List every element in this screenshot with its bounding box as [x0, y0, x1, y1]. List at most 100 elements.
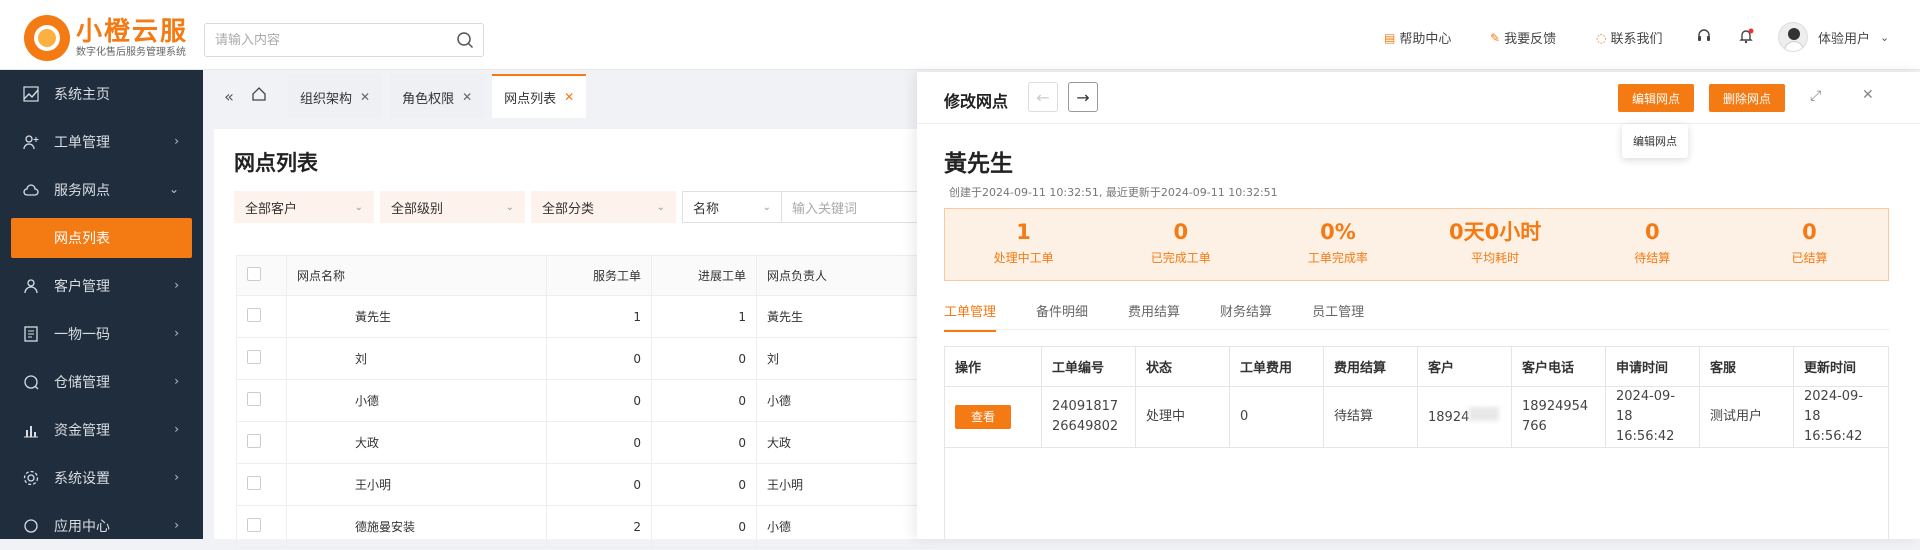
chevron-right-icon: ›	[174, 518, 179, 532]
column-header: 状态	[1135, 346, 1230, 387]
chevron-down-icon: ⌄	[762, 201, 771, 213]
contact-link[interactable]: ◌ 联系我们	[1596, 28, 1663, 48]
progress-count: 0	[651, 421, 757, 464]
redacted-blur	[1469, 406, 1500, 421]
edit-tooltip: 编辑网点	[1622, 124, 1688, 158]
customer-filter[interactable]: 全部客户 ⌄	[234, 191, 374, 223]
outlet-name: 刘	[286, 337, 547, 380]
stat-processing: 1 处理中工单	[993, 220, 1054, 265]
table-row[interactable]: 小德 0 0 小德	[236, 379, 936, 422]
column-header: 申请时间	[1605, 346, 1700, 387]
edit-outlet-panel: 修改网点 ← → 编辑网点 删除网点 ⤢ ✕ 编辑网点 黃先生 创建于2024-…	[917, 72, 1920, 539]
sidebar-item-qrcode[interactable]: 一物一码 ›	[0, 310, 203, 358]
outlet-owner: 大政	[756, 421, 936, 464]
outlet-meta: 创建于2024-09-11 10:32:51, 最近更新于2024-09-11 …	[949, 186, 1278, 199]
order-table: 操作 工单编号 状态 工单费用 费用结算 客户 客户电话 申请时间 客服 更新时…	[944, 346, 1889, 448]
page-title: 网点列表	[234, 151, 318, 175]
chevron-down-icon: ⌄	[354, 201, 363, 213]
stat-completed: 0 已完成工单	[1150, 220, 1211, 265]
outlet-list-page: 网点列表 全部客户 ⌄ 全部级别 ⌄ 全部分类 ⌄ 名称 ⌄ 输入关键词 网点名称 服务…	[214, 129, 936, 548]
outlet-owner: 刘	[756, 337, 936, 380]
page-tabs: « 组织架构 ✕ 角色权限 ✕ 网点列表 ✕	[214, 72, 594, 120]
sidebar-item-warehouse[interactable]: 仓储管理 ›	[0, 358, 203, 406]
level-filter[interactable]: 全部级别 ⌄	[380, 191, 525, 223]
service-count: 0	[546, 379, 652, 422]
brand-title: 小橙云服	[76, 17, 189, 47]
tab-fee-settlement[interactable]: 费用结算	[1128, 301, 1180, 332]
sidebar: 系统主页 工单管理 › 服务网点 ⌄ 网点列表 客户管理 › 一物一码 › 仓储管理 › …	[0, 70, 203, 539]
collapse-icon[interactable]: «	[214, 87, 244, 106]
table-row[interactable]: 德施曼安装 2 0 小德	[236, 505, 936, 548]
close-icon[interactable]: ✕	[462, 90, 472, 104]
progress-count: 0	[651, 463, 757, 506]
keyword-input[interactable]: 输入关键词	[781, 191, 931, 223]
next-arrow-icon[interactable]: →	[1068, 82, 1098, 112]
table-row[interactable]: 刘00刘	[236, 337, 936, 380]
search-icon[interactable]	[447, 24, 483, 56]
outlet-name: 大政	[286, 421, 547, 464]
view-button[interactable]: 查看	[955, 405, 1011, 429]
help-center-link[interactable]: ▤ 帮助中心	[1384, 28, 1451, 48]
close-icon[interactable]: ✕	[360, 90, 370, 104]
tab-org-structure[interactable]: 组织架构 ✕	[288, 74, 383, 118]
chat-icon	[22, 373, 40, 391]
sidebar-item-home[interactable]: 系统主页	[0, 70, 203, 118]
home-icon[interactable]	[244, 86, 274, 106]
logo[interactable]: 小橙云服 数字化售后服务管理系统	[24, 15, 188, 61]
column-header: 网点名称	[286, 255, 547, 296]
sidebar-item-finance[interactable]: 资金管理 ›	[0, 406, 203, 454]
row-checkbox[interactable]	[236, 295, 287, 338]
close-icon[interactable]: ✕	[1862, 87, 1874, 103]
service-count: 0	[546, 337, 652, 380]
chevron-down-icon: ⌄	[656, 201, 665, 213]
column-header: 工单费用	[1229, 346, 1324, 387]
headset-icon[interactable]	[1696, 28, 1712, 44]
close-icon[interactable]: ✕	[564, 90, 574, 104]
tab-finance-settlement[interactable]: 财务结算	[1220, 301, 1272, 332]
sidebar-item-outlet-list[interactable]: 网点列表	[11, 218, 192, 258]
edit-outlet-button[interactable]: 编辑网点	[1618, 84, 1694, 112]
table-row[interactable]: 大政 0 0 大政	[236, 421, 936, 464]
row-checkbox[interactable]	[236, 421, 287, 464]
avatar	[1778, 22, 1808, 52]
chevron-down-icon: ⌄	[505, 201, 514, 213]
stat-settled: 0 已结算	[1791, 220, 1828, 265]
search-input[interactable]	[215, 32, 447, 48]
row-checkbox[interactable]	[236, 337, 287, 380]
column-header: 客户电话	[1511, 346, 1606, 387]
column-header: 进展工单	[651, 255, 757, 296]
sidebar-item-orders[interactable]: 工单管理 ›	[0, 118, 203, 166]
tab-parts-detail[interactable]: 备件明细	[1036, 301, 1088, 332]
row-checkbox[interactable]	[236, 505, 287, 548]
fullscreen-icon[interactable]: ⤢	[1810, 88, 1821, 104]
table-row[interactable]: 王小明 0 0 王小明	[236, 463, 936, 506]
table-row[interactable]: 黃先生 1 1 黃先生	[236, 295, 936, 338]
outlet-name: 黃先生	[286, 295, 547, 338]
chevron-down-icon: ⌄	[168, 182, 179, 196]
row-checkbox[interactable]	[236, 463, 287, 506]
category-filter[interactable]: 全部分类 ⌄	[531, 191, 676, 223]
sidebar-item-settings[interactable]: 系统设置 ›	[0, 454, 203, 502]
select-all-checkbox[interactable]	[236, 255, 287, 296]
outlet-name: 小德	[286, 379, 547, 422]
user-icon	[22, 277, 40, 295]
filter-bar: 全部客户 ⌄ 全部级别 ⌄ 全部分类 ⌄ 名称 ⌄ 输入关键词	[234, 191, 931, 223]
tab-order-management[interactable]: 工单管理	[944, 301, 997, 332]
tab-role-permissions[interactable]: 角色权限 ✕	[390, 74, 485, 118]
tab-staff-management[interactable]: 员工管理	[1312, 301, 1364, 332]
tab-outlet-list[interactable]: 网点列表 ✕	[492, 74, 587, 118]
feedback-link[interactable]: ✎ 我要反馈	[1490, 28, 1556, 48]
service-count: 2	[546, 505, 652, 548]
outlet-owner: 小德	[756, 379, 936, 422]
column-header: 费用结算	[1323, 346, 1418, 387]
user-menu[interactable]: 体验用户 ⌄	[1778, 22, 1889, 52]
sidebar-item-customers[interactable]: 客户管理 ›	[0, 262, 203, 310]
prev-arrow-icon[interactable]: ←	[1028, 82, 1058, 112]
sidebar-item-apps[interactable]: 应用中心 ›	[0, 502, 203, 550]
field-select[interactable]: 名称 ⌄	[682, 191, 782, 223]
delete-outlet-button[interactable]: 删除网点	[1709, 84, 1785, 112]
bell-icon[interactable]	[1738, 28, 1754, 44]
row-checkbox[interactable]	[236, 379, 287, 422]
sidebar-item-outlets[interactable]: 服务网点 ⌄	[0, 166, 203, 214]
column-header: 工单编号	[1041, 346, 1136, 387]
